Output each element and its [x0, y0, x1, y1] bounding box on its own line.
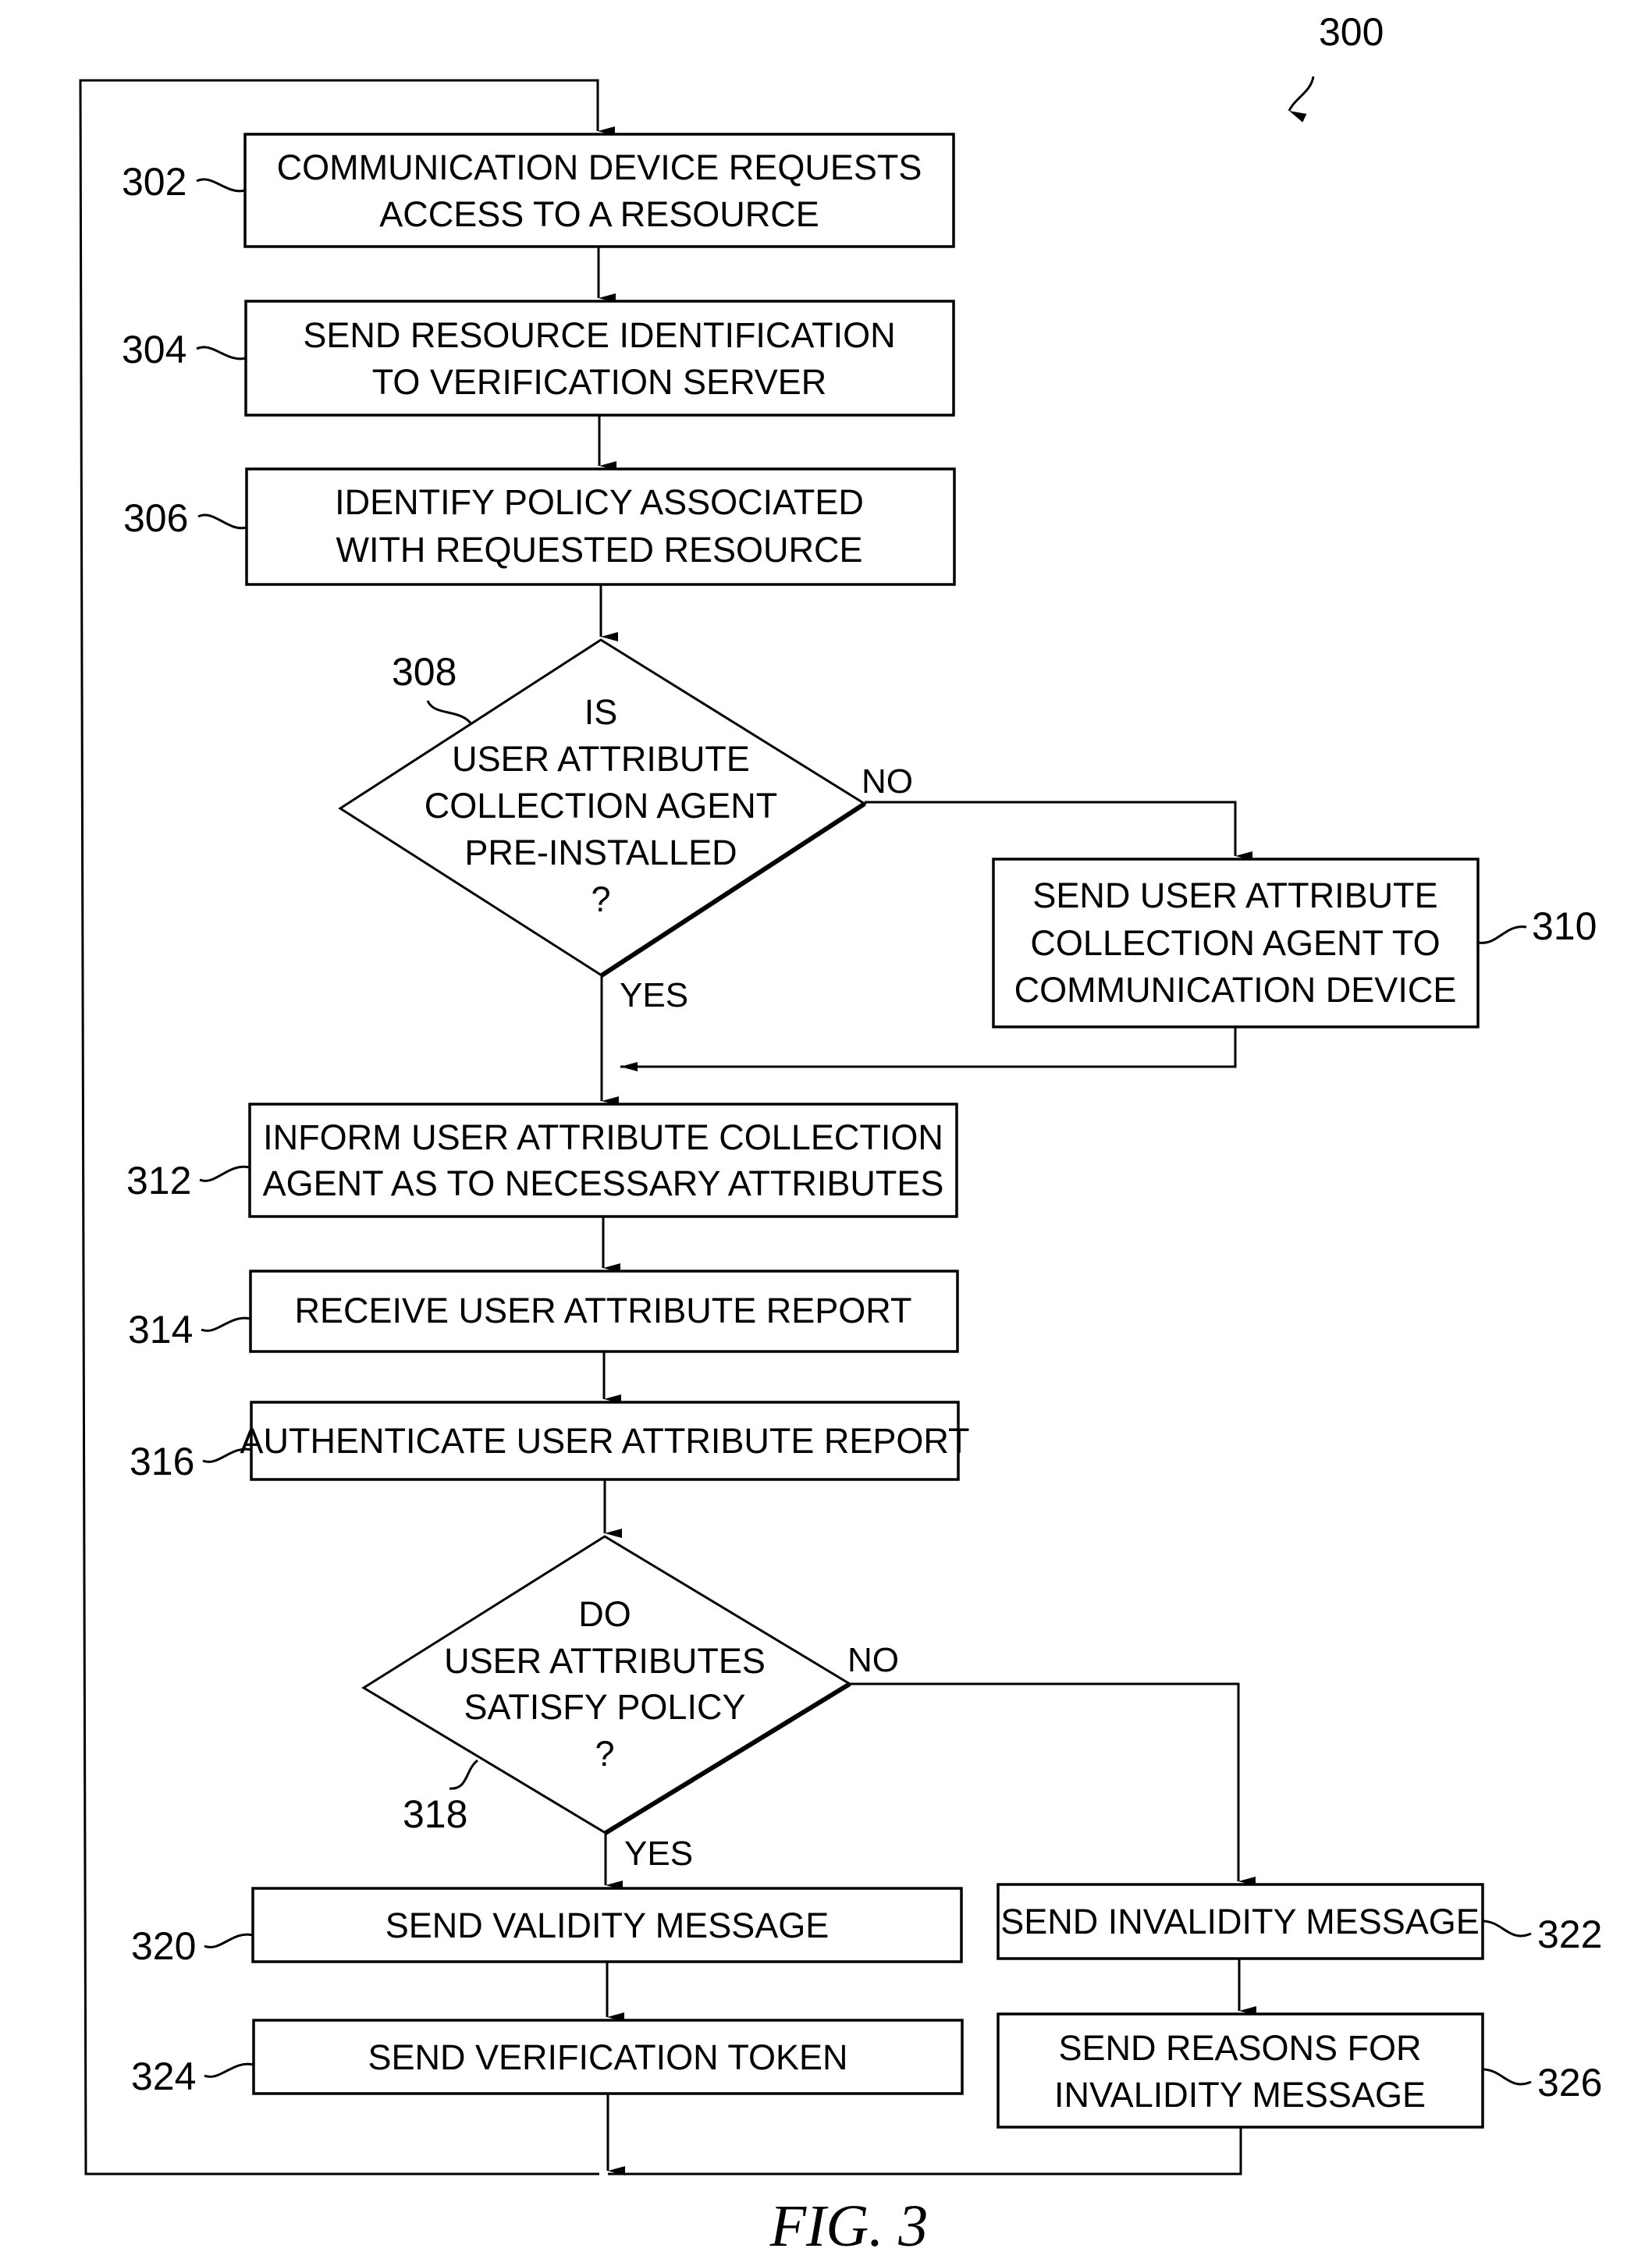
decision-308: IS USER ATTRIBUTE COLLECTION AGENT PRE-I… — [338, 638, 913, 1014]
decision-318-line-1: DO — [578, 1594, 631, 1634]
step-316-ref: 316 — [130, 1440, 194, 1483]
step-310: SEND USER ATTRIBUTE COLLECTION AGENT TO … — [992, 858, 1597, 1028]
decision-318-yes-label: YES — [624, 1835, 693, 1873]
decision-318-line-4: ? — [595, 1734, 614, 1774]
step-302-leader — [196, 178, 246, 193]
decision-308-leader — [426, 700, 473, 725]
step-320: SEND VALIDITY MESSAGE 320 — [131, 1887, 963, 1968]
step-320-leader — [204, 1933, 254, 1948]
decision-308-no-label: NO — [862, 762, 913, 801]
step-324-leader — [204, 2062, 254, 2078]
step-312-leader — [199, 1165, 250, 1182]
step-304-line-1: SEND RESOURCE IDENTIFICATION — [303, 315, 895, 355]
flowchart: 300 COMMUNICATION DEVICE REQUESTS ACCESS… — [79, 10, 1602, 2259]
step-306-line-1: IDENTIFY POLICY ASSOCIATED — [335, 482, 864, 522]
step-302-line-1: COMMUNICATION DEVICE REQUESTS — [277, 147, 922, 187]
decision-318-line-2: USER ATTRIBUTES — [444, 1641, 766, 1681]
step-326-ref: 326 — [1537, 2061, 1602, 2104]
step-310-line-3: COMMUNICATION DEVICE — [1014, 970, 1457, 1010]
step-310-ref: 310 — [1532, 904, 1597, 948]
step-322-ref: 322 — [1537, 1913, 1602, 1956]
decision-318-no-label: NO — [847, 1641, 899, 1679]
step-312: INFORM USER ATTRIBUTE COLLECTION AGENT A… — [126, 1103, 958, 1218]
arrow-310-return — [620, 1027, 1237, 1071]
step-314-line-1: RECEIVE USER ATTRIBUTE REPORT — [295, 1291, 912, 1330]
step-302: COMMUNICATION DEVICE REQUESTS ACCESS TO … — [122, 133, 955, 248]
step-314-leader — [201, 1316, 251, 1332]
step-324-ref: 324 — [131, 2055, 196, 2098]
step-320-ref: 320 — [131, 1924, 196, 1968]
step-312-line-1: INFORM USER ATTRIBUTE COLLECTION — [263, 1117, 943, 1157]
step-324: SEND VERIFICATION TOKEN 324 — [131, 2019, 964, 2098]
step-314-ref: 314 — [128, 1308, 193, 1351]
decision-308-line-2: USER ATTRIBUTE — [452, 739, 750, 779]
step-316: AUTHENTICATE USER ATTRIBUTE REPORT 316 — [130, 1401, 970, 1483]
step-302-line-2: ACCESS TO A RESOURCE — [379, 194, 819, 234]
connector-326-loop — [608, 2127, 1242, 2176]
step-322: SEND INVALIDITY MESSAGE 322 — [997, 1883, 1602, 1960]
decision-318-leader — [449, 1759, 478, 1790]
decision-308-yes-label: YES — [620, 976, 688, 1014]
arrow-318-no — [850, 1682, 1256, 1886]
step-314: RECEIVE USER ATTRIBUTE REPORT 314 — [128, 1270, 959, 1353]
decision-308-line-3: COLLECTION AGENT — [425, 786, 778, 826]
step-326-line-2: INVALIDITY MESSAGE — [1054, 2075, 1426, 2115]
step-306-leader — [197, 513, 247, 530]
arrow-308-no — [865, 801, 1252, 861]
step-304: SEND RESOURCE IDENTIFICATION TO VERIFICA… — [122, 300, 955, 417]
step-326-line-1: SEND REASONS FOR — [1058, 2028, 1421, 2068]
decision-318: DO USER ATTRIBUTES SATISFY POLICY ? 318 … — [361, 1535, 899, 1873]
step-306: IDENTIFY POLICY ASSOCIATED WITH REQUESTE… — [123, 467, 956, 586]
figure-ref-leader-arrow — [1288, 76, 1315, 123]
decision-318-diamond — [361, 1535, 852, 1835]
step-310-leader — [1477, 925, 1527, 944]
figure-ref-300: 300 — [1319, 10, 1384, 54]
step-312-ref: 312 — [126, 1159, 191, 1202]
step-304-ref: 304 — [122, 328, 187, 371]
step-306-line-2: WITH REQUESTED RESOURCE — [336, 530, 862, 570]
figure-caption: FIG. 3 — [769, 2193, 929, 2259]
decision-318-line-3: SATISFY POLICY — [464, 1687, 746, 1727]
step-304-line-2: TO VERIFICATION SERVER — [372, 362, 827, 402]
step-320-line-1: SEND VALIDITY MESSAGE — [385, 1906, 830, 1945]
step-312-line-2: AGENT AS TO NECESSARY ATTRIBUTES — [263, 1163, 944, 1203]
decision-318-ref: 318 — [403, 1792, 467, 1836]
step-310-line-1: SEND USER ATTRIBUTE — [1032, 876, 1437, 915]
step-324-line-1: SEND VERIFICATION TOKEN — [368, 2037, 847, 2077]
step-316-line-1: AUTHENTICATE USER ATTRIBUTE REPORT — [240, 1421, 969, 1461]
step-302-ref: 302 — [122, 160, 187, 204]
step-322-leader — [1482, 1920, 1532, 1938]
decision-308-ref: 308 — [392, 650, 457, 694]
step-326-leader — [1482, 2068, 1532, 2086]
step-310-line-2: COLLECTION AGENT TO — [1030, 923, 1440, 963]
step-322-line-1: SEND INVALIDITY MESSAGE — [1000, 1902, 1480, 1941]
decision-308-line-5: ? — [591, 879, 610, 919]
step-306-ref: 306 — [123, 496, 188, 540]
decision-308-line-1: IS — [584, 692, 618, 732]
step-304-leader — [196, 346, 247, 361]
decision-308-line-4: PRE-INSTALLED — [464, 833, 737, 872]
step-326: SEND REASONS FOR INVALIDITY MESSAGE 326 — [997, 2012, 1602, 2129]
